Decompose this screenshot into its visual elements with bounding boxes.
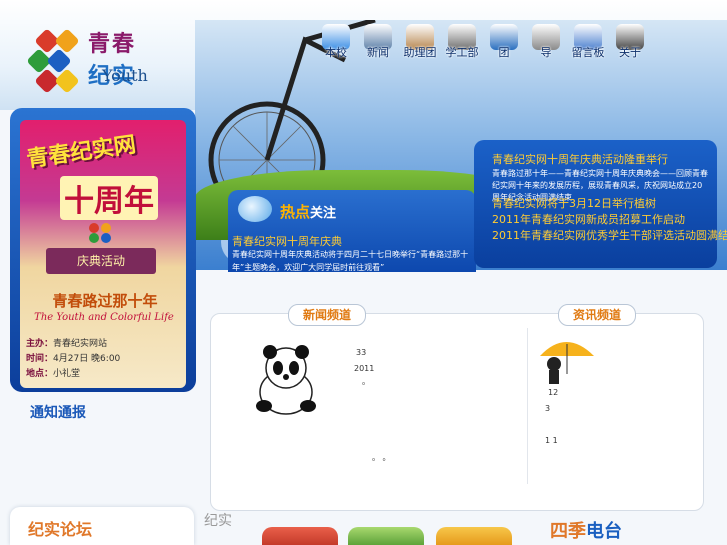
info-channel-tab[interactable]: 资讯频道 — [558, 304, 636, 326]
site-logo[interactable]: 青春纪实 Youth — [26, 22, 160, 94]
forum-heading[interactable]: 纪实论坛 — [28, 516, 92, 540]
news-title[interactable]: 青春纪实网十周年庆典活动隆重举行 — [492, 151, 668, 167]
news-snippet-1: 33 — [356, 348, 367, 357]
nav-item[interactable]: 新闻 — [360, 24, 396, 60]
poster-time: 时间：4月27日 晚6:00 — [26, 354, 121, 364]
bottom-thumb-1[interactable] — [262, 527, 338, 545]
nav-label: 团 — [498, 46, 510, 59]
nav-label: 留言板 — [571, 46, 605, 59]
nav-item[interactable]: 关于 — [612, 24, 648, 60]
info-snippet-2: 3 — [545, 404, 551, 413]
bottom-thumb-3[interactable] — [436, 527, 512, 545]
poster-slogan: 青春路过那十年 — [52, 292, 158, 310]
nav-label: 关于 — [619, 46, 641, 59]
info-snippet-3: 1 1 — [545, 436, 558, 445]
logo-hex-icon — [89, 223, 111, 243]
info-snippet-1: 12 — [548, 388, 559, 397]
poster-title: 青春纪实网 — [25, 132, 138, 173]
radio-heading[interactable]: 四季电台 — [550, 517, 622, 543]
poster-host: 主办：青春纪实网站 — [26, 339, 108, 349]
nav-label: 本校 — [325, 46, 347, 59]
anniversary-poster[interactable]: 青春纪实网 十周年 庆典活动 青春路过那十年 The Youth and Col… — [20, 120, 186, 388]
nav-item[interactable]: 留言板 — [570, 24, 606, 60]
umbrella-girl-icon — [540, 342, 594, 384]
hot-body: 青春纪实网十周年庆典活动将于四月二十七日晚举行“青春路过那十年”主题晚会，欢迎广… — [232, 250, 469, 272]
top-nav: 本校 新闻 助理团 学工部 团 导 留言板 关于 — [318, 24, 648, 64]
nav-label: 导 — [540, 46, 552, 59]
nav-item[interactable]: 学工部 — [444, 24, 480, 60]
news-link-1[interactable]: 青春纪实网将于3月12日举行植树 — [492, 195, 656, 211]
poster-badge: 庆典活动 — [46, 248, 156, 274]
nav-item[interactable]: 导 — [528, 24, 564, 60]
notice-heading[interactable]: 通知通报 — [30, 402, 86, 422]
logo-subtitle: Youth — [102, 66, 148, 85]
nav-label: 学工部 — [445, 46, 479, 59]
nav-label: 助理团 — [403, 46, 437, 59]
speech-bubble-icon — [238, 196, 272, 222]
news-link-3[interactable]: 2011年青春纪实网优秀学生干部评选活动圆满结束 — [492, 227, 727, 243]
panda-icon — [256, 345, 316, 415]
hot-headline[interactable]: 青春纪实网十周年庆典 — [232, 233, 342, 249]
nav-item[interactable]: 团 — [486, 24, 522, 60]
bottom-mid-label: 纪实 — [204, 513, 232, 529]
channel-divider — [527, 328, 528, 484]
poster-slogan-en: The Youth and Colorful Life — [34, 312, 174, 323]
bottom-thumb-2[interactable] — [348, 527, 424, 545]
news-snippet-3: 。 — [362, 377, 370, 386]
news-link-2[interactable]: 2011年青春纪实网新成员招募工作启动 — [492, 211, 685, 227]
hot-focus-title: 热点关注 — [280, 203, 337, 221]
nav-item[interactable]: 本校 — [318, 24, 354, 60]
news-snippet-2: 2011 — [354, 364, 375, 373]
news-channel-tab[interactable]: 新闻频道 — [288, 304, 366, 326]
nav-label: 新闻 — [367, 46, 389, 59]
nav-item[interactable]: 助理团 — [402, 24, 438, 60]
poster-place: 地点：小礼堂 — [26, 369, 81, 379]
poster-anniversary: 十周年 — [60, 176, 158, 220]
news-snippet-4: 。 。 — [372, 453, 391, 462]
